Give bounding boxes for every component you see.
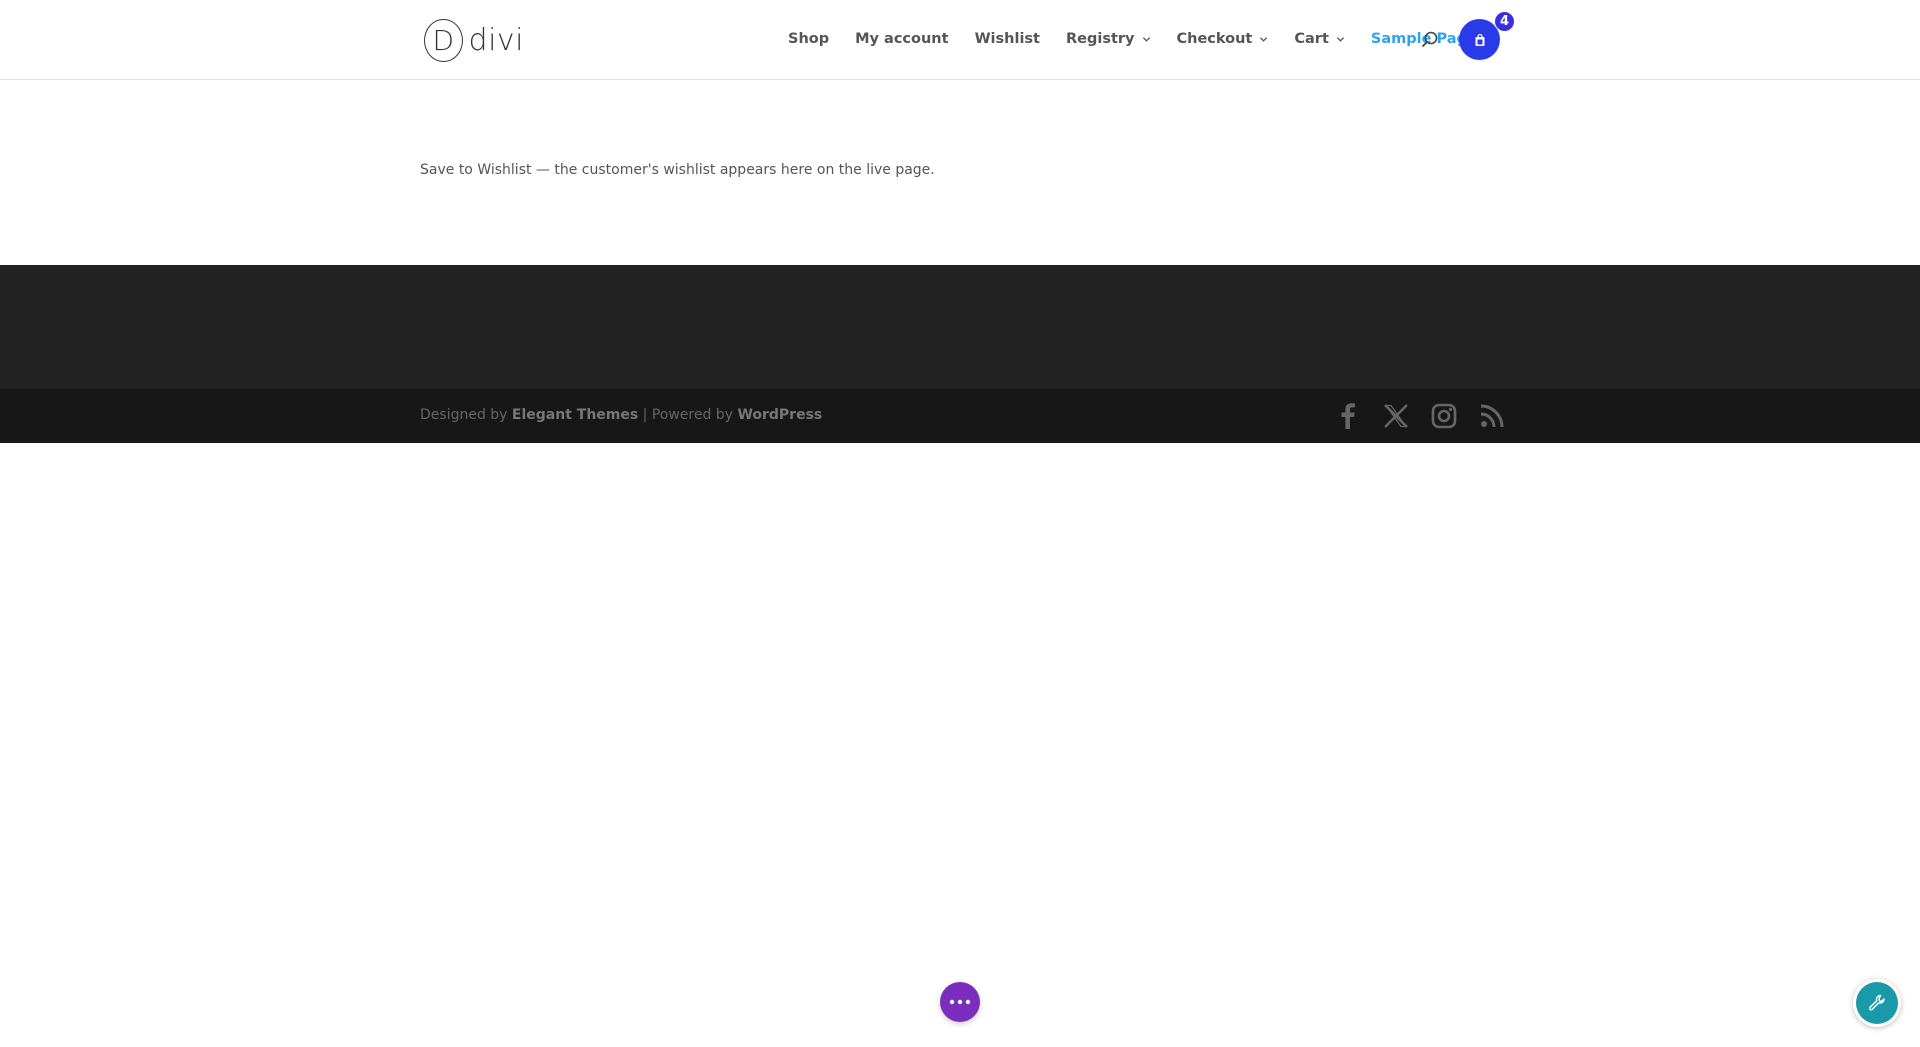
logo-mark: D xyxy=(424,19,463,62)
social-icons xyxy=(1333,401,1525,431)
wrench-icon xyxy=(1869,994,1885,1011)
tools-button[interactable] xyxy=(1853,979,1901,1027)
footer-widgets-area xyxy=(0,265,1920,389)
nav-item-cart[interactable]: Cart xyxy=(1294,31,1345,47)
shopping-bag-icon xyxy=(1475,33,1484,46)
nav-item-checkout[interactable]: Checkout xyxy=(1177,31,1269,47)
page-settings-dots-button[interactable] xyxy=(940,982,980,1022)
search-icon[interactable] xyxy=(1420,30,1440,50)
footer-bottom-bar: Designed by Elegant Themes | Powered by … xyxy=(0,389,1920,443)
chevron-down-icon xyxy=(1260,36,1268,42)
logo-text: divi xyxy=(468,22,524,58)
more-dots-icon xyxy=(949,999,971,1005)
nav-item-shop[interactable]: Shop xyxy=(788,31,829,47)
tools-button-inner xyxy=(1856,982,1898,1024)
chevron-down-icon xyxy=(1142,36,1150,42)
nav-label: Checkout xyxy=(1176,31,1253,47)
nav-label: Wishlist xyxy=(974,31,1040,47)
rss-icon[interactable] xyxy=(1477,401,1507,431)
credits-sep: | Powered by xyxy=(638,407,738,423)
nav-label: My account xyxy=(855,31,949,47)
nav-label: Cart xyxy=(1294,31,1329,47)
nav-item-wishlist[interactable]: Wishlist xyxy=(975,31,1040,47)
chevron-down-icon xyxy=(1336,36,1345,42)
nav-item-registry[interactable]: Registry xyxy=(1066,31,1151,47)
facebook-icon[interactable] xyxy=(1333,401,1363,431)
site-logo[interactable]: D divi xyxy=(424,18,524,63)
nav-item-my-account[interactable]: My account xyxy=(855,31,948,47)
wordpress-link[interactable]: WordPress xyxy=(737,407,822,423)
site-header: D divi Shop My account Wishlist Registry… xyxy=(0,0,1920,80)
cart-count-badge: 4 xyxy=(1494,11,1515,32)
credits-prefix: Designed by xyxy=(420,407,512,423)
instagram-icon[interactable] xyxy=(1429,401,1459,431)
elegant-themes-link[interactable]: Elegant Themes xyxy=(512,407,638,423)
footer-credits: Designed by Elegant Themes | Powered by … xyxy=(420,407,822,423)
wishlist-placeholder-text: Save to Wishlist — the customer's wishli… xyxy=(420,162,935,178)
main-nav: Shop My account Wishlist Registry Checko… xyxy=(788,0,1503,78)
nav-label: Shop xyxy=(788,31,830,47)
x-icon[interactable] xyxy=(1381,401,1411,431)
nav-label: Registry xyxy=(1065,31,1135,47)
